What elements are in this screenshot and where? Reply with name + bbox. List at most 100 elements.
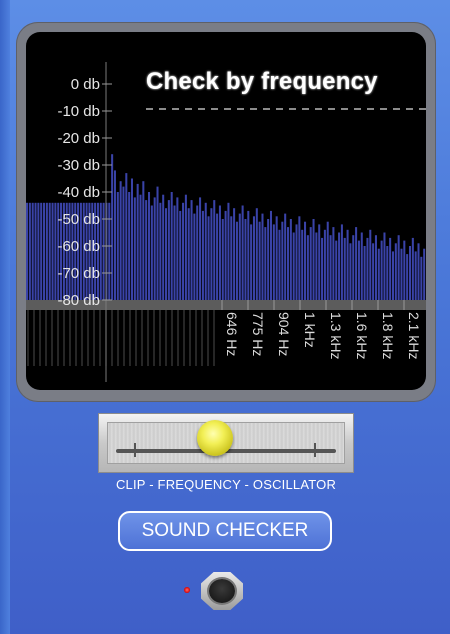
spectrum-bar (130, 178, 133, 300)
spectrum-bar (210, 208, 213, 300)
spectrum-bar (269, 210, 273, 300)
spectrum-bar (306, 235, 309, 300)
spectrum-bar (179, 210, 182, 300)
spectrum-bar (374, 235, 377, 300)
spectrum-bar (125, 173, 128, 300)
spectrum-bar (43, 202, 46, 300)
spectrum-bar (250, 224, 253, 300)
spectrum-bar (372, 243, 375, 300)
spectrum-bar (318, 224, 321, 300)
spectrum-bar (298, 216, 301, 300)
spectrum-bar (340, 224, 343, 300)
spectrum-bar (153, 197, 156, 300)
spectrum-bar (286, 227, 290, 300)
spectrum-bar (346, 229, 349, 300)
spectrum-bar (145, 200, 148, 300)
spectrum-bar (196, 205, 199, 300)
spectrum-bar (400, 248, 403, 300)
spectrum-bar (377, 248, 380, 300)
db-tick-label: -20 db (57, 130, 100, 147)
power-button-center[interactable] (209, 579, 235, 603)
spectrum-bar (417, 243, 420, 300)
spectrum-bar (113, 170, 116, 300)
spectrum-bar (321, 237, 324, 300)
spectrum-bar (173, 205, 176, 300)
freq-tick-label: 904 Hz (276, 312, 292, 356)
spectrum-bar (411, 237, 414, 300)
spectrum-bar (133, 197, 136, 300)
spectrum-bar (394, 243, 397, 300)
slider-knob[interactable] (197, 420, 233, 456)
spectrum-bar (423, 248, 426, 300)
spectrum-bar (312, 219, 315, 300)
freq-tick-label: 646 Hz (224, 312, 240, 356)
spectrum-bar (184, 194, 187, 300)
spectrum-bar (301, 229, 304, 300)
spectrum-bar (122, 186, 125, 300)
spectrum-analyzer-screen: 0 db -10 db -20 db -30 db -40 db -50 db -60 db… (26, 32, 426, 390)
spectrum-bar (332, 227, 335, 300)
sound-checker-button[interactable]: SOUND CHECKER (118, 511, 332, 551)
spectrum-bar (26, 202, 29, 300)
spectrum-bar (182, 202, 185, 300)
spectrum-bar (51, 202, 54, 300)
spectrum-bar (343, 237, 346, 300)
db-tick-label: -30 db (57, 157, 100, 174)
spectrum-bar (45, 202, 48, 300)
freq-tick-label: 775 Hz (250, 312, 266, 356)
spectrum-bar (357, 240, 360, 300)
spectrum-bar (366, 237, 369, 300)
spectrum-bar (136, 183, 139, 300)
led-red-icon (184, 587, 190, 593)
spectrum-bar (241, 205, 244, 300)
spectrum-bar (193, 213, 196, 300)
spectrum-bar (278, 229, 281, 300)
spectrum-bar (355, 227, 358, 300)
spectrum-bar (119, 181, 122, 300)
spectrum-bar (264, 227, 267, 300)
spectrum-bar (235, 221, 238, 300)
spectrum-bar (383, 232, 386, 300)
db-tick-label: -40 db (57, 184, 100, 201)
spectrum-bar (292, 232, 295, 300)
spectrum-bar (54, 202, 57, 300)
freq-tick-label: 1.8 kHz (380, 312, 396, 359)
spectrum-bar (386, 246, 389, 300)
spectrum-bar (227, 202, 230, 300)
db-tick-label: 0 db (71, 76, 100, 93)
spectrum-bar (230, 216, 233, 300)
spectrum-bar (128, 192, 131, 300)
spectrum-bar (323, 229, 326, 300)
spectrum-bar (216, 213, 219, 300)
analyzer-title: Check by frequency (146, 68, 378, 95)
db-tick-label: -60 db (57, 238, 100, 255)
spectrum-bar (420, 256, 423, 300)
spectrum-bar (408, 246, 412, 300)
spectrum-bar (201, 210, 204, 300)
spectrum-bar (258, 221, 261, 300)
spectrum-bar (99, 202, 102, 300)
spectrum-bar (272, 224, 275, 300)
spectrum-bar (108, 202, 111, 300)
spectrum-bar (139, 194, 142, 300)
freq-tick-label: 2.1 kHz (406, 312, 422, 359)
spectrum-bar (244, 219, 247, 300)
spectrum-bar (190, 200, 193, 300)
spectrum-bar (165, 208, 168, 300)
spectrum-bar (204, 202, 207, 300)
spectrum-bar (111, 154, 114, 300)
db-tick-label: -70 db (57, 265, 100, 282)
spectrum-bar (363, 246, 366, 300)
spectrum-bar (326, 221, 329, 300)
spectrum-bar (116, 192, 119, 300)
spectrum-bar (289, 219, 292, 300)
spectrum-bar (349, 243, 352, 300)
spectrum-bar (255, 208, 258, 300)
db-tick-label: -50 db (57, 211, 100, 228)
spectrum-bar (275, 216, 278, 300)
freq-tick-label: 1 kHz (302, 312, 318, 348)
spectrum-bar (335, 240, 338, 300)
spectrum-bar (218, 205, 221, 300)
spectrum-bar (360, 232, 363, 300)
spectrum-bar (284, 213, 287, 300)
